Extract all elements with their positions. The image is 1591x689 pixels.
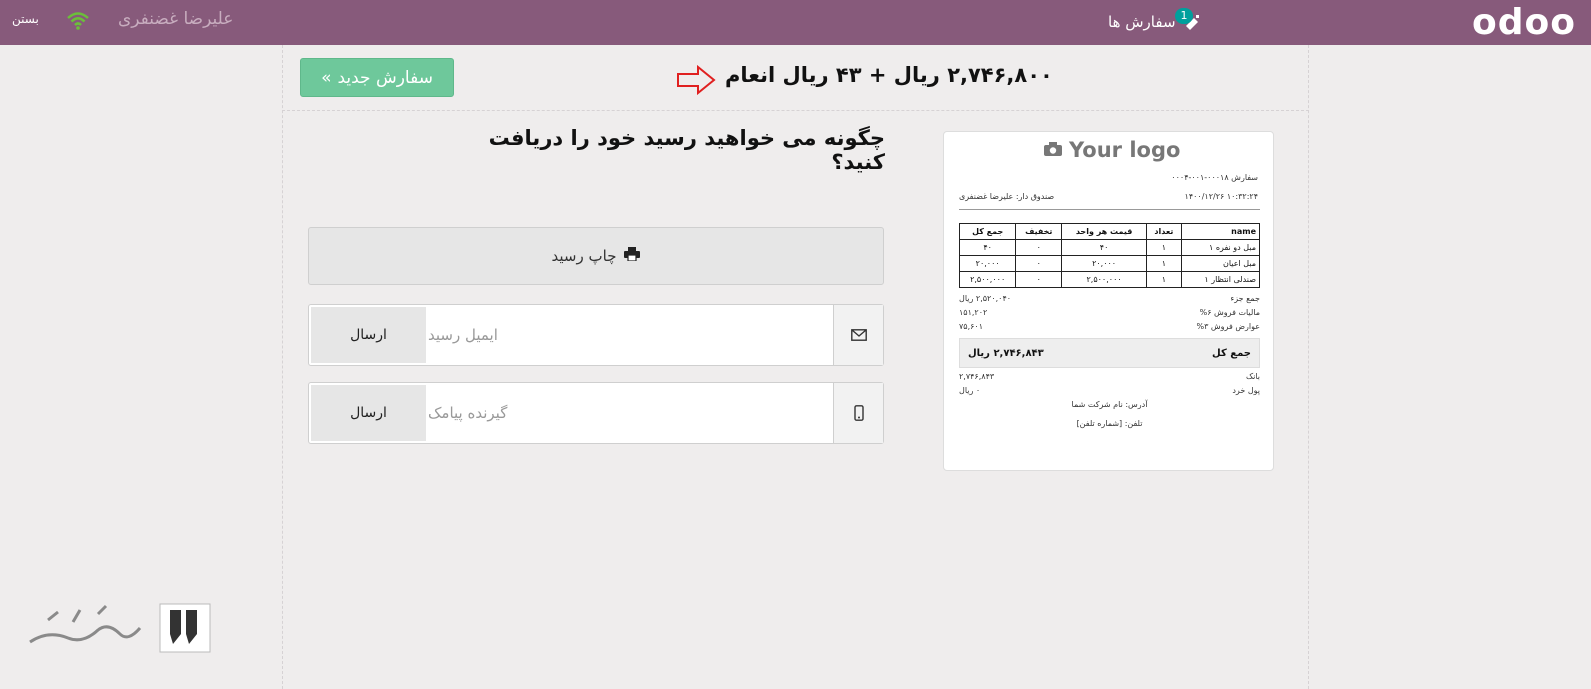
arrow-right-icon — [676, 64, 716, 96]
receipt-phone: تلفن: [شماره تلفن] — [1076, 419, 1143, 428]
send-sms-button[interactable]: ارسال — [311, 385, 426, 441]
table-cell: ۲,۵۰۰,۰۰۰ — [1061, 271, 1147, 288]
subtotal-value: ۲,۵۲۰,۰۴۰ ریال — [959, 294, 1012, 303]
sms-recipient-input[interactable]: گیرنده پیامک — [428, 383, 833, 443]
receipt-cashier: صندوق دار: علیرضا غضنفری — [959, 192, 1055, 201]
table-cell: ۱ — [1146, 255, 1182, 272]
envelope-icon — [833, 305, 883, 365]
column-header: تخفیف — [1015, 223, 1063, 240]
change-value: ۰ ریال — [959, 386, 981, 395]
table-cell: ۴۰ — [1061, 239, 1147, 256]
close-button[interactable]: بستن — [12, 12, 39, 26]
table-row: مبل اعیان ۱ ۲۰,۰۰۰ ۰ ۲۰,۰۰۰ — [958, 255, 1261, 272]
tax1-label: مالیات فروش ۶% — [1199, 308, 1260, 317]
receipt-bank-row: بانک ۲,۷۴۶,۸۴۳ — [959, 372, 1260, 381]
table-cell: صندلی انتظار ۱ — [1180, 271, 1261, 288]
column-header: تعداد — [1146, 223, 1182, 240]
column-header: جمع کل — [958, 223, 1017, 240]
orders-label: سفارش ها — [1108, 13, 1176, 31]
receipt-address: آدرس: نام شرکت شما — [1071, 400, 1148, 409]
subtotal-label: جمع جزء — [1230, 294, 1261, 303]
total-label: جمع کل — [1212, 347, 1251, 359]
table-cell: ۲۰,۰۰۰ — [1061, 255, 1147, 272]
table-cell: مبل اعیان — [1180, 255, 1261, 272]
receipt-tax2-row: عوارض فروش ۳% ۷۵,۶۰۱ — [959, 322, 1260, 331]
receipt-divider — [959, 209, 1260, 210]
odoo-logo: odoo — [1472, 2, 1576, 43]
table-row: مبل دو نفره ۱ ۱ ۴۰ ۰ ۴۰ — [958, 239, 1261, 256]
top-bar: odoo سفارش ها 1 علیرضا غضنفری بستن — [0, 0, 1591, 45]
table-cell: ۱ — [1146, 239, 1182, 256]
column-header: قیمت هر واحد — [1061, 223, 1147, 240]
receipt-question: چگونه می خواهید رسید خود را دریافت کنید؟ — [488, 126, 885, 174]
table-cell: ۴۰ — [958, 239, 1017, 256]
orders-count-badge: 1 — [1175, 8, 1193, 24]
cashier-name[interactable]: علیرضا غضنفری — [118, 9, 233, 29]
email-input[interactable]: ایمیل رسید — [428, 305, 833, 365]
receipt-preview: Your logo سفارش ۰۰۰۱۸-۰۰۱-۰۰۰۴ ۱۴۰۰/۱۲/۲… — [943, 131, 1274, 471]
tax2-value: ۷۵,۶۰۱ — [959, 322, 984, 331]
table-row: صندلی انتظار ۱ ۱ ۲,۵۰۰,۰۰۰ ۰ ۲,۵۰۰,۰۰۰ — [958, 271, 1261, 288]
email-receipt-row: ارسال ایمیل رسید — [308, 304, 884, 366]
bank-label: بانک — [1245, 372, 1260, 381]
table-header-row: name تعداد قیمت هر واحد تخفیف جمع کل — [958, 223, 1261, 240]
table-cell: مبل دو نفره ۱ — [1180, 239, 1261, 256]
new-order-button[interactable]: سفارش جدید » — [300, 58, 454, 97]
camera-icon — [1043, 138, 1063, 162]
screen-left-border — [282, 45, 283, 689]
header-divider — [282, 110, 1309, 111]
receipt-logo: Your logo — [1043, 138, 1180, 162]
table-cell: ۰ — [1015, 239, 1063, 256]
receipt-items-table: name تعداد قیمت هر واحد تخفیف جمع کل مبل… — [958, 223, 1261, 288]
tax2-label: عوارض فروش ۳% — [1196, 322, 1260, 331]
receipt-logo-text: Your logo — [1069, 138, 1181, 162]
watermark-logo — [28, 600, 213, 660]
screen-right-border — [1308, 45, 1309, 689]
mobile-phone-icon — [833, 383, 883, 443]
column-header: name — [1180, 223, 1261, 240]
total-value: ۲,۷۴۶,۸۴۳ ریال — [968, 347, 1044, 359]
receipt-total: جمع کل ۲,۷۴۶,۸۴۳ ریال — [959, 338, 1260, 368]
printer-icon — [624, 247, 641, 265]
wifi-icon — [66, 11, 90, 31]
receipt-tax1-row: مالیات فروش ۶% ۱۵۱,۲۰۲ — [959, 308, 1260, 317]
sms-receipt-row: ارسال گیرنده پیامک — [308, 382, 884, 444]
receipt-subtotal-row: جمع جزء ۲,۵۲۰,۰۴۰ ریال — [959, 294, 1260, 303]
send-email-button[interactable]: ارسال — [311, 307, 426, 363]
receipt-change-row: پول خرد ۰ ریال — [959, 386, 1260, 395]
change-label: پول خرد — [1232, 386, 1260, 395]
table-cell: ۰ — [1015, 271, 1063, 288]
receipt-order-ref: سفارش ۰۰۰۱۸-۰۰۱-۰۰۰۴ — [1171, 173, 1258, 182]
payment-total: ۲,۷۴۶,۸۰۰ ریال + ۴۳ ریال انعام — [725, 63, 1053, 87]
table-cell: ۱ — [1146, 271, 1182, 288]
print-receipt-button[interactable]: چاپ رسید — [308, 227, 884, 285]
double-chevron-right-icon: » — [321, 67, 332, 88]
table-cell: ۲۰,۰۰۰ — [958, 255, 1017, 272]
table-cell: ۲,۵۰۰,۰۰۰ — [958, 271, 1017, 288]
tax1-value: ۱۵۱,۲۰۲ — [959, 308, 988, 317]
new-order-label: سفارش جدید — [337, 67, 433, 88]
receipt-datetime: ۱۴۰۰/۱۲/۲۶ ۱۰:۳۲:۲۴ — [1184, 192, 1258, 201]
bank-value: ۲,۷۴۶,۸۴۳ — [959, 372, 995, 381]
print-receipt-label: چاپ رسید — [551, 247, 617, 265]
table-cell: ۰ — [1015, 255, 1063, 272]
